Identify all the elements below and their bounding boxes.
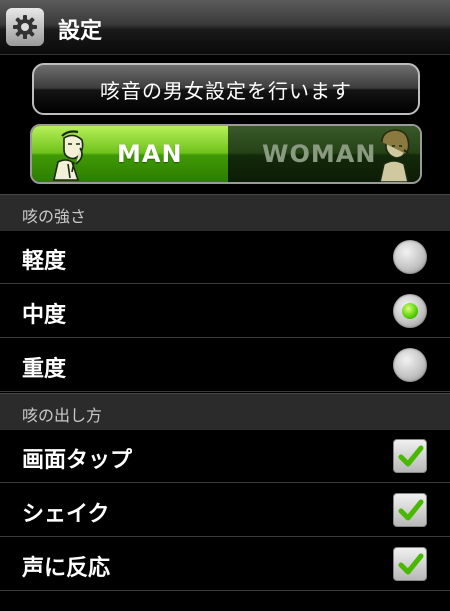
radio-button[interactable] [393,348,427,382]
title-bar: 設定 [0,0,450,55]
option-label: 重度 [22,357,67,382]
radio-row-moderate[interactable]: 中度 [0,284,450,338]
checkbox-row-voice[interactable]: 声に反応 [0,537,450,591]
page-title: 設定 [58,19,103,44]
check-icon [398,499,424,521]
check-icon [398,445,424,467]
gender-label-man: MAN [117,140,183,168]
radio-button-selected[interactable] [393,294,427,328]
section-title: 咳の出し方 [22,406,103,425]
checkbox[interactable] [393,439,427,473]
radio-row-mild[interactable]: 軽度 [0,230,450,284]
section-header-cough-method: 咳の出し方 [0,393,450,430]
woman-on-phone-icon [379,129,410,182]
option-label: シェイク [22,502,110,527]
section-header-cough-strength: 咳の強さ [0,194,450,231]
gear-icon [6,8,44,46]
gender-toggle[interactable]: MAN WOMAN [30,124,422,184]
gender-label-woman: WOMAN [262,140,377,168]
option-label: 中度 [22,303,67,328]
checkbox[interactable] [393,493,427,527]
option-label: 画面タップ [22,448,133,473]
check-icon [398,553,424,575]
section-title: 咳の強さ [22,207,87,226]
gender-option-woman[interactable]: WOMAN [228,126,420,182]
gender-setting-button[interactable]: 咳音の男女設定を行います [32,63,420,115]
option-label: 声に反応 [22,556,111,581]
radio-row-severe[interactable]: 重度 [0,338,450,392]
radio-button[interactable] [393,240,427,274]
checkbox-row-shake[interactable]: シェイク [0,483,450,537]
checkbox-row-screen-tap[interactable]: 画面タップ [0,429,450,483]
checkbox[interactable] [393,547,427,581]
man-on-phone-icon [53,130,84,181]
option-label: 軽度 [22,249,67,274]
gender-option-man[interactable]: MAN [32,126,228,182]
